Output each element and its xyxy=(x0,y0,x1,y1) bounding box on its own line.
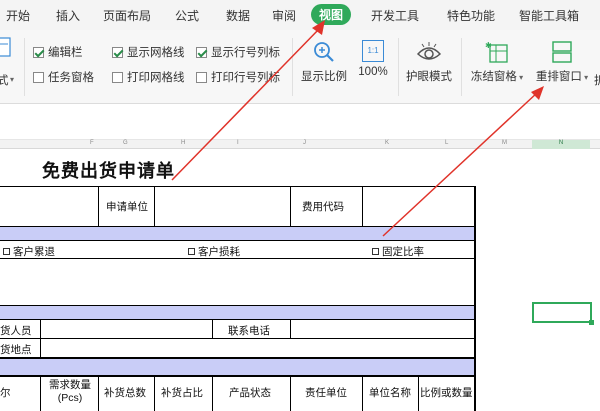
eye-protection-button[interactable]: 护眼模式 xyxy=(402,40,456,84)
checkbox-icon xyxy=(112,71,123,83)
apply-unit-label: 申请单位 xyxy=(106,201,148,213)
header-product-status: 产品状态 xyxy=(229,387,271,399)
arrange-windows-icon xyxy=(552,41,572,63)
worksheet: 免费出货申请单 申请单位 费用代码 客户累退 客户损耗 固定比率 货人员 联系电… xyxy=(0,150,600,411)
checkbox-show-headings[interactable]: 显示行号列标 xyxy=(196,44,280,60)
formula-area xyxy=(0,104,600,140)
freeze-panes-icon: ✱ xyxy=(485,41,508,63)
menu-special[interactable]: 特色功能 xyxy=(447,7,495,24)
checkbox-show-gridlines[interactable]: 显示网格线 xyxy=(112,44,185,60)
menu-bar: 开始 插入 页面布局 公式 数据 审阅 视图 开发工具 特色功能 智能工具箱 xyxy=(0,0,600,30)
menu-review[interactable]: 审阅 xyxy=(272,7,296,24)
column-fragment-label: 尔 xyxy=(0,387,11,399)
section-band xyxy=(0,305,475,320)
menu-view[interactable]: 视图 xyxy=(311,4,352,25)
header-replenish-total: 补货总数 xyxy=(104,387,146,399)
header-responsible-unit: 责任单位 xyxy=(305,387,347,399)
checkbox-task-pane[interactable]: 任务窗格 xyxy=(33,69,94,85)
ribbon: 式 ▾ 编辑栏 任务窗格 显示网格线 打印网格线 显示行号列标 打印行号列标 显… xyxy=(0,30,600,104)
checkbox-print-gridlines[interactable]: 打印网格线 xyxy=(112,69,185,85)
option-customer-rebate[interactable]: 客户累退 xyxy=(3,244,55,259)
column-header[interactable]: G xyxy=(123,140,128,146)
sheet-title: 免费出货申请单 xyxy=(42,161,175,182)
section-band xyxy=(0,226,475,241)
column-header[interactable]: L xyxy=(445,140,448,146)
magnifier-icon xyxy=(314,42,334,62)
menu-start[interactable]: 开始 xyxy=(6,7,30,24)
header-replenish-ratio: 补货占比 xyxy=(161,387,203,399)
checkbox-checked-icon xyxy=(33,46,44,58)
zoom-100-icon: 1:1 xyxy=(362,40,384,62)
header-ratio-or-qty: 比例或数量 xyxy=(420,387,473,399)
zoom-100-button[interactable]: 1:1 100% xyxy=(355,40,391,78)
cost-code-label: 费用代码 xyxy=(302,201,344,213)
column-header-selected[interactable]: N xyxy=(532,140,590,149)
delivery-person-label: 货人员 xyxy=(0,325,32,337)
section-band xyxy=(0,358,475,376)
column-header[interactable]: M xyxy=(502,140,507,146)
checkbox-formula-bar[interactable]: 编辑栏 xyxy=(33,44,83,60)
header-demand-qty: 需求数量 (Pcs) xyxy=(49,379,91,404)
phone-label: 联系电话 xyxy=(228,325,270,337)
menu-data[interactable]: 数据 xyxy=(226,7,250,24)
column-header[interactable]: K xyxy=(385,140,389,146)
option-customer-loss[interactable]: 客户损耗 xyxy=(188,244,240,259)
menu-insert[interactable]: 插入 xyxy=(56,7,80,24)
menu-formula[interactable]: 公式 xyxy=(175,7,199,24)
column-header[interactable]: H xyxy=(181,140,185,146)
selected-cell[interactable] xyxy=(532,302,594,325)
column-header[interactable]: I xyxy=(237,140,239,146)
arrange-windows-button[interactable]: 重排窗口 ▾ xyxy=(532,40,592,84)
checkbox-icon xyxy=(33,71,44,83)
checkbox-checked-icon xyxy=(196,46,207,58)
column-header[interactable]: J xyxy=(303,140,306,146)
zoom-button[interactable]: 显示比例 xyxy=(298,40,350,84)
menu-page-layout[interactable]: 页面布局 xyxy=(103,7,151,24)
menu-toolbox[interactable]: 智能工具箱 xyxy=(519,7,579,24)
split-fragment[interactable]: 拆 xyxy=(594,72,600,88)
view-mode-icon[interactable] xyxy=(0,36,12,58)
column-headers: F G H I J K L M N xyxy=(0,140,600,149)
chevron-down-icon: ▾ xyxy=(581,73,589,82)
checkbox-print-headings[interactable]: 打印行号列标 xyxy=(196,69,280,85)
menu-developer[interactable]: 开发工具 xyxy=(371,7,419,24)
delivery-place-label: 货地点 xyxy=(0,344,32,356)
option-fixed-ratio[interactable]: 固定比率 xyxy=(372,244,424,259)
column-header[interactable]: F xyxy=(90,140,94,146)
header-unit-name: 单位名称 xyxy=(369,387,411,399)
chevron-down-icon: ▾ xyxy=(10,75,15,84)
eye-icon xyxy=(416,42,442,60)
checkbox-icon xyxy=(196,71,207,83)
checkbox-checked-icon xyxy=(112,46,123,58)
freeze-panes-button[interactable]: ✱ 冻结窗格 ▾ xyxy=(466,40,528,84)
view-mode-label[interactable]: 式 xyxy=(0,72,9,88)
chevron-down-icon: ▾ xyxy=(516,73,524,82)
svg-text:✱: ✱ xyxy=(485,41,492,50)
